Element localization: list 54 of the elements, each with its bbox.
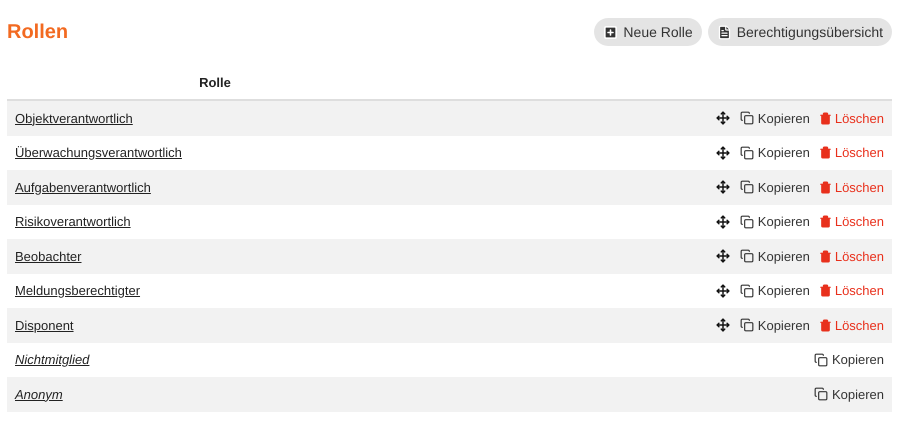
trash-icon: [818, 318, 832, 332]
delete-link[interactable]: Löschen: [818, 108, 884, 128]
copy-icon: [740, 146, 754, 160]
move-icon[interactable]: [716, 146, 730, 160]
copy-icon: [740, 180, 754, 194]
copy-icon: [814, 352, 828, 367]
move-icon[interactable]: [716, 318, 730, 332]
copy-link[interactable]: Kopieren: [740, 316, 810, 335]
role-link[interactable]: Nichtmitglied: [15, 350, 90, 370]
role-link[interactable]: Disponent: [15, 316, 74, 335]
delete-link[interactable]: Löschen: [818, 143, 884, 162]
move-icon[interactable]: [716, 249, 730, 264]
delete-link[interactable]: Löschen: [818, 246, 884, 266]
copy-link[interactable]: Kopieren: [740, 212, 810, 232]
delete-link[interactable]: Löschen: [818, 212, 884, 232]
plus-square-icon: [603, 24, 618, 40]
delete-link[interactable]: Löschen: [818, 178, 884, 197]
copy-link[interactable]: Kopieren: [814, 350, 884, 370]
trash-icon: [818, 250, 832, 263]
role-link[interactable]: Objektverantwortlich: [15, 108, 133, 128]
copy-link[interactable]: Kopieren: [740, 108, 810, 128]
move-icon[interactable]: [716, 111, 730, 126]
toolbar-button[interactable]: Berechtigungsübersicht: [708, 18, 892, 46]
trash-icon: [818, 284, 832, 298]
trash-icon: [818, 215, 832, 228]
copy-icon: [740, 214, 754, 229]
role-link[interactable]: Aufgabenverantwortlich: [15, 178, 151, 197]
copy-link[interactable]: Kopieren: [814, 384, 884, 404]
move-icon[interactable]: [716, 284, 730, 298]
move-icon[interactable]: [716, 180, 730, 194]
copy-icon: [740, 318, 754, 332]
copy-icon: [814, 387, 828, 402]
page-title: Rollen: [7, 20, 68, 45]
copy-icon: [740, 284, 754, 298]
document-icon: [716, 24, 732, 40]
role-link[interactable]: Meldungsberechtigter: [15, 281, 140, 300]
copy-icon: [740, 111, 754, 126]
copy-link[interactable]: Kopieren: [740, 178, 810, 197]
role-link[interactable]: Anonym: [15, 384, 63, 404]
role-link[interactable]: Überwachungsverantwortlich: [15, 143, 182, 162]
column-header: Rolle: [198, 74, 232, 92]
delete-link[interactable]: Löschen: [818, 316, 884, 335]
copy-link[interactable]: Kopieren: [740, 246, 810, 266]
copy-link[interactable]: Kopieren: [740, 281, 810, 300]
copy-icon: [740, 249, 754, 264]
trash-icon: [818, 180, 832, 194]
delete-link[interactable]: Löschen: [818, 281, 884, 300]
role-link[interactable]: Risikoverantwortlich: [15, 212, 131, 232]
copy-link[interactable]: Kopieren: [740, 143, 810, 162]
trash-icon: [818, 112, 832, 125]
role-link[interactable]: Beobachter: [15, 246, 82, 266]
toolbar-button[interactable]: Neue Rolle: [594, 18, 702, 46]
move-icon[interactable]: [716, 214, 730, 229]
trash-icon: [818, 146, 832, 160]
